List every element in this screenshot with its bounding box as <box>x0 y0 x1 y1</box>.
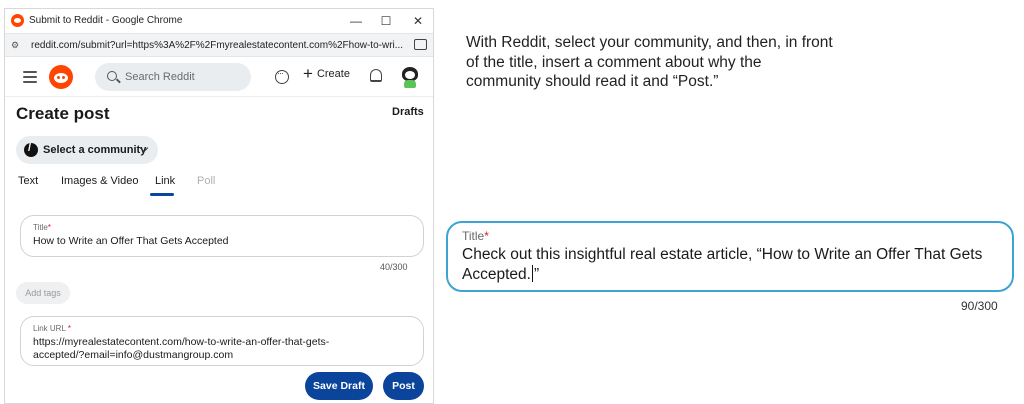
search-placeholder: Search Reddit <box>125 71 195 83</box>
title-field-label: Title* <box>33 223 51 232</box>
save-draft-button[interactable]: Save Draft <box>305 372 373 400</box>
zoomed-title-label: Title* <box>462 229 489 243</box>
add-tags-button[interactable]: Add tags <box>16 282 70 304</box>
post-button[interactable]: Post <box>383 372 424 400</box>
window-title: Submit to Reddit - Google Chrome <box>29 15 183 26</box>
reddit-logo[interactable] <box>49 65 73 89</box>
zoomed-title-value[interactable]: Check out this insightful real estate ar… <box>462 245 1007 285</box>
site-info-icon[interactable]: ⚙ <box>11 40 23 52</box>
tab-poll: Poll <box>197 175 216 187</box>
chat-icon[interactable] <box>275 68 289 84</box>
maximize-button[interactable]: ☐ <box>375 12 397 30</box>
create-button[interactable]: + Create <box>303 64 350 87</box>
title-char-counter: 40/300 <box>380 262 408 272</box>
link-url-field[interactable]: Link URL * https://myrealestatecontent.c… <box>20 316 424 366</box>
zoomed-title-field[interactable]: Title* Check out this insightful real es… <box>446 221 1014 292</box>
minimize-button[interactable]: — <box>345 12 367 30</box>
tab-images-video[interactable]: Images & Video <box>61 175 138 187</box>
url-text[interactable]: reddit.com/submit?url=https%3A%2F%2Fmyre… <box>31 40 403 51</box>
community-icon <box>24 142 38 157</box>
search-input[interactable]: Search Reddit <box>95 63 251 91</box>
menu-icon[interactable] <box>23 71 37 83</box>
tab-text[interactable]: Text <box>18 175 38 187</box>
page-title: Create post <box>16 104 110 123</box>
tab-link[interactable]: Link <box>155 175 175 187</box>
link-url-label: Link URL * <box>33 324 71 333</box>
bell-icon[interactable] <box>370 69 382 82</box>
title-field-value[interactable]: How to Write an Offer That Gets Accepted <box>33 235 229 248</box>
address-bar[interactable]: ⚙ reddit.com/submit?url=https%3A%2F%2Fmy… <box>5 33 433 57</box>
close-button[interactable]: ✕ <box>407 12 429 30</box>
avatar[interactable] <box>399 65 421 89</box>
drafts-link[interactable]: Drafts <box>392 106 424 118</box>
search-icon <box>107 71 117 81</box>
text-caret <box>531 265 533 282</box>
reddit-favicon-icon <box>11 14 24 27</box>
cast-icon[interactable] <box>414 39 427 50</box>
active-tab-indicator <box>150 193 174 196</box>
community-label: Select a community <box>43 144 147 156</box>
instruction-text: With Reddit, select your community, and … <box>466 34 833 90</box>
zoomed-char-counter: 90/300 <box>961 299 998 313</box>
plus-icon: + <box>303 64 313 83</box>
title-field[interactable]: Title* How to Write an Offer That Gets A… <box>20 215 424 257</box>
link-url-value[interactable]: https://myrealestatecontent.com/how-to-w… <box>33 336 329 362</box>
create-label: Create <box>316 68 350 80</box>
community-selector[interactable]: Select a community <box>16 136 158 164</box>
reddit-header: Search Reddit +Create <box>5 57 433 97</box>
window-titlebar: Submit to Reddit - Google Chrome — ☐ ✕ <box>5 9 433 33</box>
